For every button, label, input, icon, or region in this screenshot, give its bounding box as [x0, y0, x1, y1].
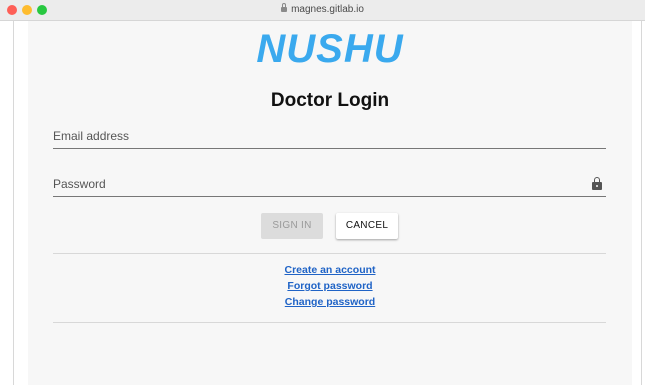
email-field — [53, 126, 606, 149]
page-title: Doctor Login — [270, 90, 390, 111]
window-right-edge — [641, 21, 642, 385]
forgot-password-link[interactable]: Forgot password — [28, 278, 632, 294]
password-field — [53, 174, 606, 197]
password-input[interactable] — [53, 174, 573, 194]
browser-titlebar: magnes.gitlab.io — [0, 0, 645, 21]
lock-icon — [281, 3, 288, 12]
divider — [53, 253, 606, 254]
email-input[interactable] — [53, 126, 573, 146]
login-page: NUSHU Doctor Login SIGN IN CANCEL Create… — [28, 21, 632, 385]
address-bar-url: magnes.gitlab.io — [291, 4, 364, 15]
address-bar[interactable]: magnes.gitlab.io — [0, 0, 645, 20]
lock-icon — [592, 177, 602, 190]
sign-in-button[interactable]: SIGN IN — [261, 213, 323, 239]
change-password-link[interactable]: Change password — [28, 294, 632, 310]
nushu-logo: NUSHU — [256, 27, 404, 71]
window-left-edge — [13, 21, 14, 385]
cancel-button[interactable]: CANCEL — [336, 213, 398, 239]
create-account-link[interactable]: Create an account — [28, 262, 632, 278]
account-links: Create an account Forgot password Change… — [28, 262, 632, 310]
divider — [53, 322, 606, 323]
